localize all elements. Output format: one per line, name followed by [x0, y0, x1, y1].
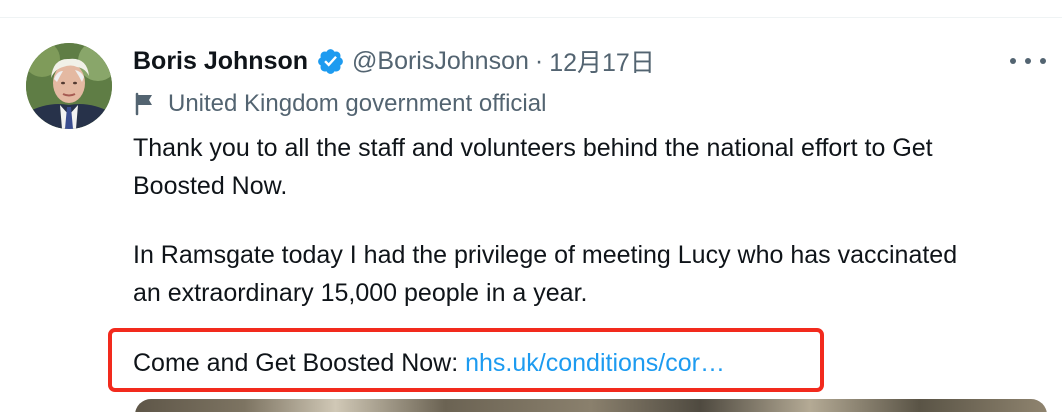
- tweet-date[interactable]: 12月17日: [549, 43, 655, 79]
- verified-badge-icon: [316, 47, 345, 76]
- more-horizontal-icon[interactable]: [1010, 52, 1046, 70]
- account-label-text: United Kingdom government official: [168, 90, 547, 117]
- author-handle[interactable]: @BorisJohnson: [352, 47, 529, 76]
- image-attachment[interactable]: [135, 399, 1047, 412]
- tweet-line: Thank you to all the staff and volunteer…: [133, 134, 933, 162]
- more-dot: [1010, 58, 1016, 64]
- tweet-paragraph-1: Thank you to all the staff and volunteer…: [133, 129, 1033, 205]
- author-name[interactable]: Boris Johnson: [133, 47, 308, 76]
- tweet-page: Boris Johnson @BorisJohnson · 12月17日 Uni…: [0, 0, 1062, 412]
- avatar-photo: [26, 43, 112, 129]
- more-dot: [1040, 58, 1046, 64]
- tweet-line: In Ramsgate today I had the privilege of…: [133, 241, 958, 269]
- tweet-line: an extraordinary 15,000 people in a year…: [133, 279, 588, 307]
- more-dot: [1025, 58, 1031, 64]
- tweet-header: Boris Johnson @BorisJohnson · 12月17日: [133, 41, 655, 81]
- header-separator: ·: [534, 46, 544, 75]
- flag-icon: [134, 92, 156, 116]
- avatar[interactable]: [26, 43, 112, 129]
- tweet-line: Boosted Now.: [133, 172, 288, 200]
- account-label[interactable]: United Kingdom government official: [134, 86, 546, 122]
- tweet-paragraph-2: In Ramsgate today I had the privilege of…: [133, 236, 1033, 312]
- divider: [0, 17, 1062, 18]
- annotation-highlight-box: [108, 328, 824, 392]
